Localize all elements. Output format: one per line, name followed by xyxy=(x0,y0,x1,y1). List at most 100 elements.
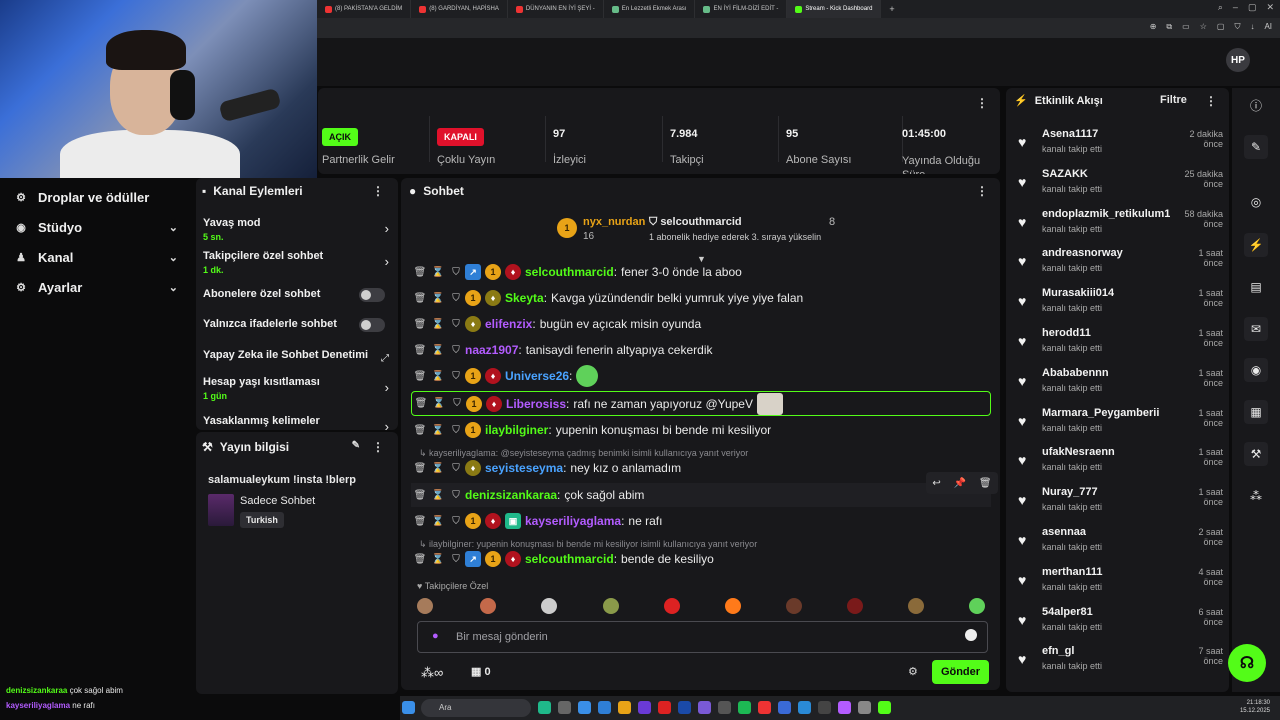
pin-icon[interactable]: 📌 xyxy=(954,478,966,489)
timeout-icon[interactable]: ⌛ xyxy=(429,267,447,278)
nav-studio[interactable]: ◉ Stüdyo ⌄ xyxy=(14,217,184,237)
activity-event[interactable]: ♥ asennaa kanalı takip etti 2 saat önce xyxy=(1018,526,1223,562)
timeout-icon[interactable]: ⌛ xyxy=(429,425,447,436)
timeout-icon[interactable]: ⌛ xyxy=(429,516,447,527)
app-icon[interactable] xyxy=(838,701,851,714)
ban-icon[interactable]: ⛉ xyxy=(447,293,465,304)
app-icon[interactable] xyxy=(658,701,671,714)
stat-multistream[interactable]: KAPALI Çoklu Yayın xyxy=(429,88,537,174)
ban-icon[interactable]: ⛉ xyxy=(447,319,465,330)
nav-channel[interactable]: ♟ Kanal ⌄ xyxy=(14,247,184,267)
app-icon[interactable] xyxy=(738,701,751,714)
stat-partner[interactable]: AÇIK Partnerlik Gelir xyxy=(322,88,422,174)
address-bar[interactable] xyxy=(317,18,1280,38)
chatter-avatar[interactable] xyxy=(786,598,802,614)
chat-message[interactable]: 🗑 ⌛ ⛉ 1 ♦ Universe26: xyxy=(411,364,991,388)
trash-icon[interactable]: 🗑 xyxy=(411,554,429,565)
trash-icon[interactable]: 🗑 xyxy=(411,293,429,304)
chat-message[interactable]: 🗑 ⌛ ⛉ ↗ 1 ♦ selcouthmarcid: bende de kesiliyo xyxy=(411,547,991,571)
app-icon[interactable] xyxy=(818,701,831,714)
ban-icon[interactable]: ⛉ xyxy=(447,554,465,565)
filter-button[interactable]: Filtre xyxy=(1160,94,1187,106)
taskbar-search[interactable]: Ara xyxy=(421,699,531,717)
ban-icon[interactable]: ⛉ xyxy=(447,371,465,382)
app-icon[interactable] xyxy=(578,701,591,714)
activity-event[interactable]: ♥ Murasakiii014 kanalı takip etti 1 saat ön… xyxy=(1018,287,1223,323)
broadcast-icon[interactable]: ◉ xyxy=(1244,358,1268,382)
lightning-icon[interactable]: ⚡ xyxy=(1244,233,1268,257)
activity-event[interactable]: ♥ andreasnorway kanalı takip etti 1 saat ön… xyxy=(1018,247,1223,283)
zoom-icon[interactable]: ⊕ xyxy=(1150,22,1157,32)
app-icon[interactable] xyxy=(678,701,691,714)
activity-event[interactable]: ♥ herodd11 kanalı takip etti 1 saat önce xyxy=(1018,327,1223,363)
ban-icon[interactable]: ⛉ xyxy=(447,516,465,527)
more-icon[interactable]: ⋮ xyxy=(372,184,384,198)
trash-icon[interactable]: 🗑 xyxy=(411,516,429,527)
ban-icon[interactable]: ⛉ xyxy=(448,398,466,409)
chatter-avatar[interactable] xyxy=(969,598,985,614)
action-followers-only[interactable]: Takipçilere özel sohbet 1 dk. › xyxy=(203,250,391,275)
chat-message-hovered[interactable]: 🗑 ⌛ ⛉ denizsizankaraa: çok sağol abim xyxy=(411,483,991,507)
trash-icon[interactable]: 🗑 xyxy=(412,398,430,409)
app-icon[interactable] xyxy=(598,701,611,714)
chatter-avatar[interactable] xyxy=(541,598,557,614)
ai-label[interactable]: AI xyxy=(1264,22,1272,32)
activity-event[interactable]: ♥ endoplazmik_retikulum1 kanalı takip etti… xyxy=(1018,208,1223,244)
chatter-avatar[interactable] xyxy=(480,598,496,614)
activity-event[interactable]: ♥ merthan111 kanalı takip etti 4 saat önce xyxy=(1018,566,1223,602)
action-slow-mode[interactable]: Yavaş mod 5 sn. › xyxy=(203,217,391,242)
ban-icon[interactable]: ⛉ xyxy=(447,490,465,501)
screen-icon[interactable]: ▭ xyxy=(1182,22,1190,32)
app-icon[interactable] xyxy=(538,701,551,714)
maximize-icon[interactable]: ▢ xyxy=(1248,2,1257,13)
ban-icon[interactable]: ⛉ xyxy=(447,425,465,436)
chat-message[interactable]: 🗑 ⌛ ⛉ 1 ♦ Skeyta: Kavga yüzündendir belki yu… xyxy=(411,286,991,310)
trash-icon[interactable]: 🗑 xyxy=(411,490,429,501)
nav-settings[interactable]: ⚙ Ayarlar ⌄ xyxy=(14,277,184,297)
layout-icon[interactable]: ▦ xyxy=(1244,400,1268,424)
search-icon[interactable]: ⌕ xyxy=(1218,2,1223,13)
trash-icon[interactable]: 🗑 xyxy=(411,463,429,474)
timeout-icon[interactable]: ⌛ xyxy=(429,319,447,330)
reply-icon[interactable]: ↩ xyxy=(932,478,940,489)
help-button[interactable]: ☊ xyxy=(1228,644,1266,682)
tab-icon[interactable]: ▢ xyxy=(1217,22,1225,32)
chat-icon[interactable]: ✉ xyxy=(1244,317,1268,341)
ban-icon[interactable]: ⛉ xyxy=(447,345,465,356)
star-icon[interactable]: ☆ xyxy=(1200,22,1207,32)
app-icon[interactable] xyxy=(798,701,811,714)
more-icon[interactable]: ⋮ xyxy=(1205,94,1217,108)
minimize-icon[interactable]: – xyxy=(1233,2,1238,13)
chatter-avatar[interactable] xyxy=(847,598,863,614)
copy-icon[interactable]: ⧉ xyxy=(1166,22,1172,32)
action-ai-moderation[interactable]: Yapay Zeka ile Sohbet Denetimi ⤢ xyxy=(203,349,391,364)
subscribers-only-toggle[interactable] xyxy=(359,288,385,302)
wrench-icon[interactable]: ⚒ xyxy=(1244,442,1268,466)
app-icon[interactable] xyxy=(718,701,731,714)
chat-message[interactable]: 🗑 ⌛ ⛉ ♦ elifenzix: bugün ev açıcak misin oy… xyxy=(411,312,991,336)
info-icon[interactable]: ⓘ xyxy=(1244,93,1268,117)
user-avatar[interactable]: HP xyxy=(1226,48,1250,72)
chatter-avatar[interactable] xyxy=(664,598,680,614)
chat-message[interactable]: 🗑 ⌛ ⛉ naaz1907: tanisaydi fenerin altyapıya… xyxy=(411,338,991,362)
emoji-icon[interactable] xyxy=(965,629,977,641)
gift-counter[interactable]: ▦ 0 xyxy=(471,665,491,678)
app-icon[interactable] xyxy=(558,701,571,714)
activity-event[interactable]: ♥ Nuray_777 kanalı takip etti 1 saat önce xyxy=(1018,486,1223,522)
timeout-icon[interactable]: ⌛ xyxy=(429,371,447,382)
activity-event[interactable]: ♥ Marmara_Peygamberii kanalı takip etti 1 s… xyxy=(1018,407,1223,443)
activity-event[interactable]: ♥ efn_gl kanalı takip etti 7 saat önce xyxy=(1018,645,1223,681)
action-account-age[interactable]: Hesap yaşı kısıtlaması 1 gün › xyxy=(203,376,391,401)
browser-tab[interactable]: EN İYİ FİLM-DİZİ EDİT - xyxy=(695,0,788,18)
new-tab-button[interactable]: + xyxy=(881,0,902,18)
edit-icon[interactable]: ✎ xyxy=(352,440,360,451)
app-icon[interactable] xyxy=(778,701,791,714)
timeout-icon[interactable]: ⌛ xyxy=(429,345,447,356)
app-icon[interactable] xyxy=(878,701,891,714)
chat-input[interactable]: ● Bir mesaj gönderin xyxy=(417,621,988,653)
emotes-only-toggle[interactable] xyxy=(359,318,385,332)
camera-icon[interactable]: ◎ xyxy=(1244,190,1268,214)
timeout-icon[interactable]: ⌛ xyxy=(430,398,448,409)
browser-tab-active[interactable]: Stream - Kick Dashboard xyxy=(787,0,882,18)
chatter-avatar[interactable] xyxy=(417,598,433,614)
